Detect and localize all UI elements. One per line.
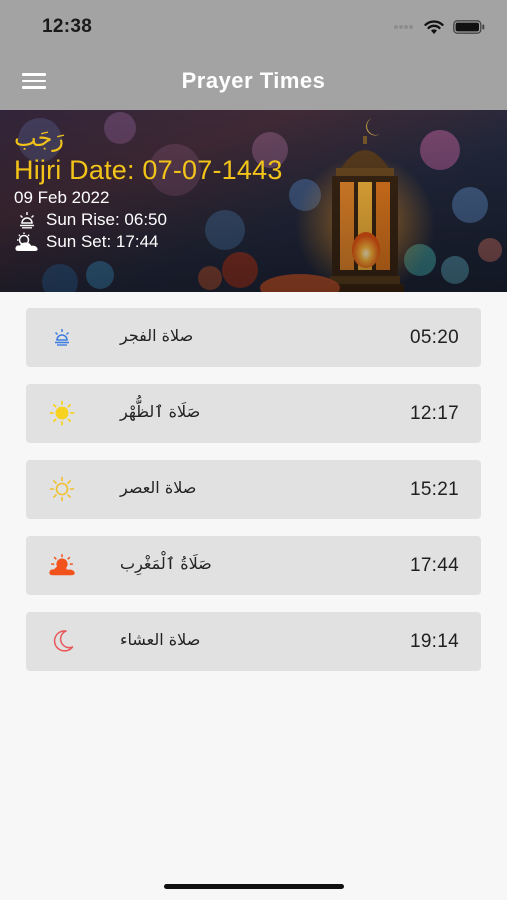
prayer-time: 17:44: [409, 555, 459, 576]
sun-icon: [48, 399, 76, 427]
sunset-cloud-icon: [14, 232, 40, 252]
prayer-name: صلاة الفجر: [120, 326, 194, 345]
prayer-times-screen: 12:38 Prayer Times رَجَب Hijri Date: 07-…: [0, 0, 507, 900]
header-banner: رَجَب Hijri Date: 07-07-1443 09 Feb 2022…: [0, 110, 507, 292]
prayer-time: 12:17: [409, 403, 459, 424]
status-bar: 12:38: [0, 0, 507, 52]
prayer-row-asr[interactable]: صلاة العصر 15:21: [26, 460, 481, 519]
prayer-time: 05:20: [409, 327, 459, 348]
page-title: Prayer Times: [181, 68, 326, 93]
sunset-text: Sun Set: 17:44: [46, 232, 159, 251]
sunrise-icon: [14, 211, 40, 229]
status-time: 12:38: [42, 16, 93, 37]
hijri-month: رَجَب: [14, 124, 64, 152]
sunset-cloud-icon: [48, 551, 76, 579]
sunrise-row: Sun Rise: 06:50: [14, 209, 283, 231]
hijri-date: Hijri Date: 07-07-1443: [14, 155, 283, 185]
cellular-signal-icon: [394, 25, 413, 29]
wifi-icon: [424, 19, 444, 34]
prayer-name: صلاة العصر: [120, 478, 197, 497]
date-info: رَجَب Hijri Date: 07-07-1443 09 Feb 2022…: [14, 124, 283, 253]
moon-icon: [48, 627, 76, 655]
prayer-list: صلاة الفجر 05:20 صَلَاة ٱلظُّهْر 12:17 ص…: [26, 308, 481, 688]
prayer-row-maghrib[interactable]: صَلَاةُ ٱلْمَغْرِب 17:44: [26, 536, 481, 595]
gregorian-date: 09 Feb 2022: [14, 188, 110, 207]
prayer-name: صَلَاةُ ٱلْمَغْرِب: [120, 554, 212, 573]
prayer-name: صَلَاة ٱلظُّهْر: [120, 402, 201, 421]
home-indicator[interactable]: [164, 884, 344, 889]
sunrise-icon: [48, 323, 76, 351]
prayer-row-isha[interactable]: صلاة العشاء 19:14: [26, 612, 481, 671]
prayer-row-fajr[interactable]: صلاة الفجر 05:20: [26, 308, 481, 367]
sunset-row: Sun Set: 17:44: [14, 231, 283, 253]
prayer-time: 19:14: [409, 631, 459, 652]
prayer-time: 15:21: [409, 479, 459, 500]
prayer-name: صلاة العشاء: [120, 630, 201, 649]
status-icons: [393, 17, 485, 37]
battery-icon: [453, 20, 485, 34]
sunrise-text: Sun Rise: 06:50: [46, 210, 167, 229]
navigation-bar: Prayer Times: [0, 52, 507, 110]
sun-outline-icon: [48, 475, 76, 503]
prayer-row-dhuhr[interactable]: صَلَاة ٱلظُّهْر 12:17: [26, 384, 481, 443]
